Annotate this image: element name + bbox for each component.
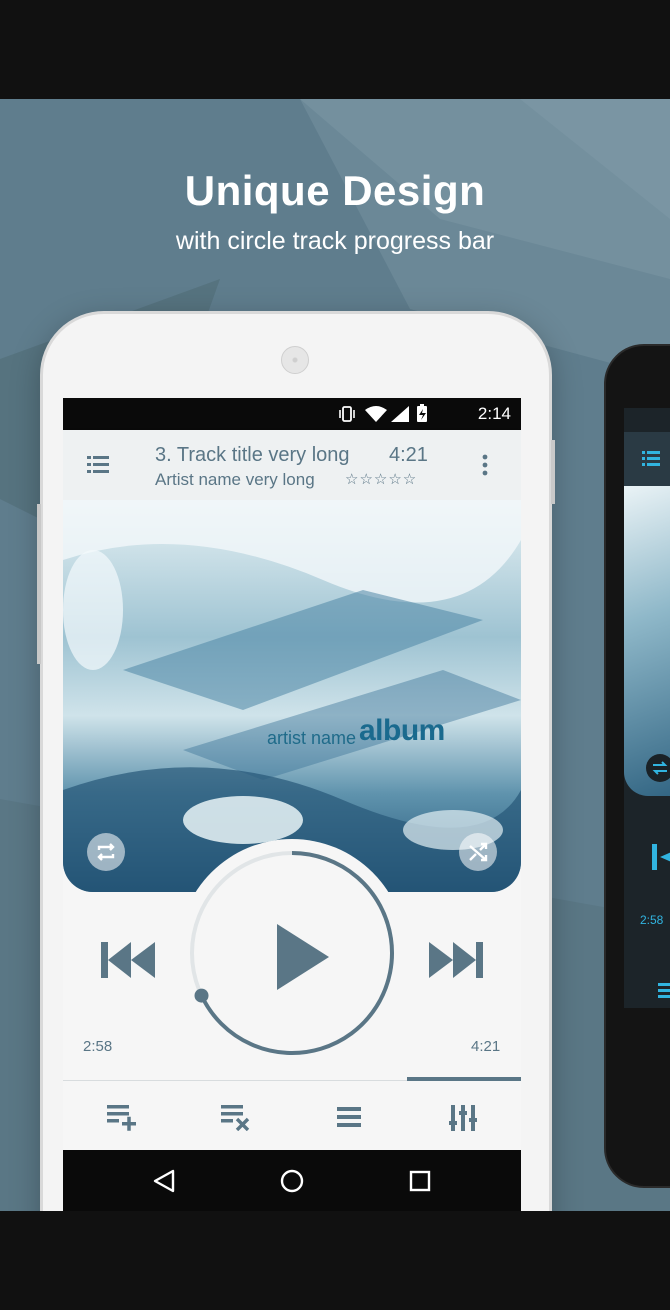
album-art-album-text: album [359, 714, 445, 747]
remove-from-playlist-icon [221, 1105, 250, 1131]
battery-icon [417, 404, 427, 422]
previous-track-icon[interactable] [101, 942, 155, 978]
status-time: 2:14 [477, 404, 511, 423]
top-letterbox [0, 0, 670, 99]
main-phone: 2:14 3. Track title very long 4:21 Artis… [37, 311, 555, 1211]
vibrate-icon [339, 406, 355, 422]
next-track-icon[interactable] [429, 942, 483, 978]
play-icon[interactable] [277, 924, 329, 990]
second-phone-elapsed: 2:58 [640, 913, 664, 927]
signal-icon [391, 406, 409, 422]
phone-screen: 2:14 3. Track title very long 4:21 Artis… [63, 398, 521, 1211]
repeat-icon [646, 754, 670, 782]
second-phone-header [624, 432, 670, 486]
status-bar: 2:14 [63, 398, 521, 430]
artist-name: Artist name very long [155, 470, 315, 489]
status-icons [339, 404, 427, 422]
queue-list-icon [337, 1107, 361, 1127]
equalizer-icon [449, 1105, 477, 1131]
track-duration: 4:21 [389, 444, 428, 466]
album-art-artist-text: artist name [267, 728, 357, 748]
earpiece-speaker [281, 346, 309, 374]
menu-icon[interactable] [87, 454, 109, 474]
queue-list-icon [658, 983, 670, 998]
side-button [37, 504, 41, 664]
repeat-icon [97, 843, 115, 861]
bottom-letterbox [0, 1211, 670, 1310]
track-title: 3. Track title very long [155, 444, 350, 466]
home-icon[interactable] [277, 1166, 307, 1196]
rating-stars[interactable]: ☆☆☆☆☆ [345, 470, 417, 488]
tab-add-to-playlist[interactable] [63, 1081, 177, 1151]
total-time: 4:21 [471, 1038, 501, 1055]
album-art-image [63, 500, 521, 892]
promo-subline: with circle track progress bar [175, 227, 495, 255]
shuffle-icon [469, 842, 488, 862]
more-options-icon[interactable] [481, 454, 489, 476]
tab-remove-from-playlist[interactable] [177, 1081, 291, 1151]
bottom-tab-bar [63, 1077, 521, 1151]
second-phone: 2:58 [604, 344, 670, 1188]
previous-track-icon [652, 844, 670, 870]
menu-icon [642, 451, 660, 466]
now-playing-header: 3. Track title very long 4:21 Artist nam… [63, 430, 521, 500]
tab-equalizer[interactable] [405, 1081, 519, 1151]
elapsed-time: 2:58 [83, 1038, 113, 1055]
wifi-icon [365, 406, 387, 422]
second-phone-screen: 2:58 [624, 408, 670, 1008]
shuffle-button[interactable] [459, 833, 497, 871]
repeat-button[interactable] [87, 833, 125, 871]
progress-knob[interactable] [194, 988, 209, 1003]
promo-background: Unique Design with circle track progress… [0, 99, 670, 1211]
promo-headline: Unique Design [184, 167, 486, 214]
back-icon[interactable] [149, 1166, 179, 1196]
tab-queue[interactable] [291, 1081, 405, 1151]
add-to-playlist-icon [107, 1105, 136, 1131]
system-nav-bar [63, 1150, 521, 1211]
recents-icon[interactable] [405, 1166, 435, 1196]
volume-button [551, 440, 555, 504]
album-art: artist name album [63, 500, 521, 892]
